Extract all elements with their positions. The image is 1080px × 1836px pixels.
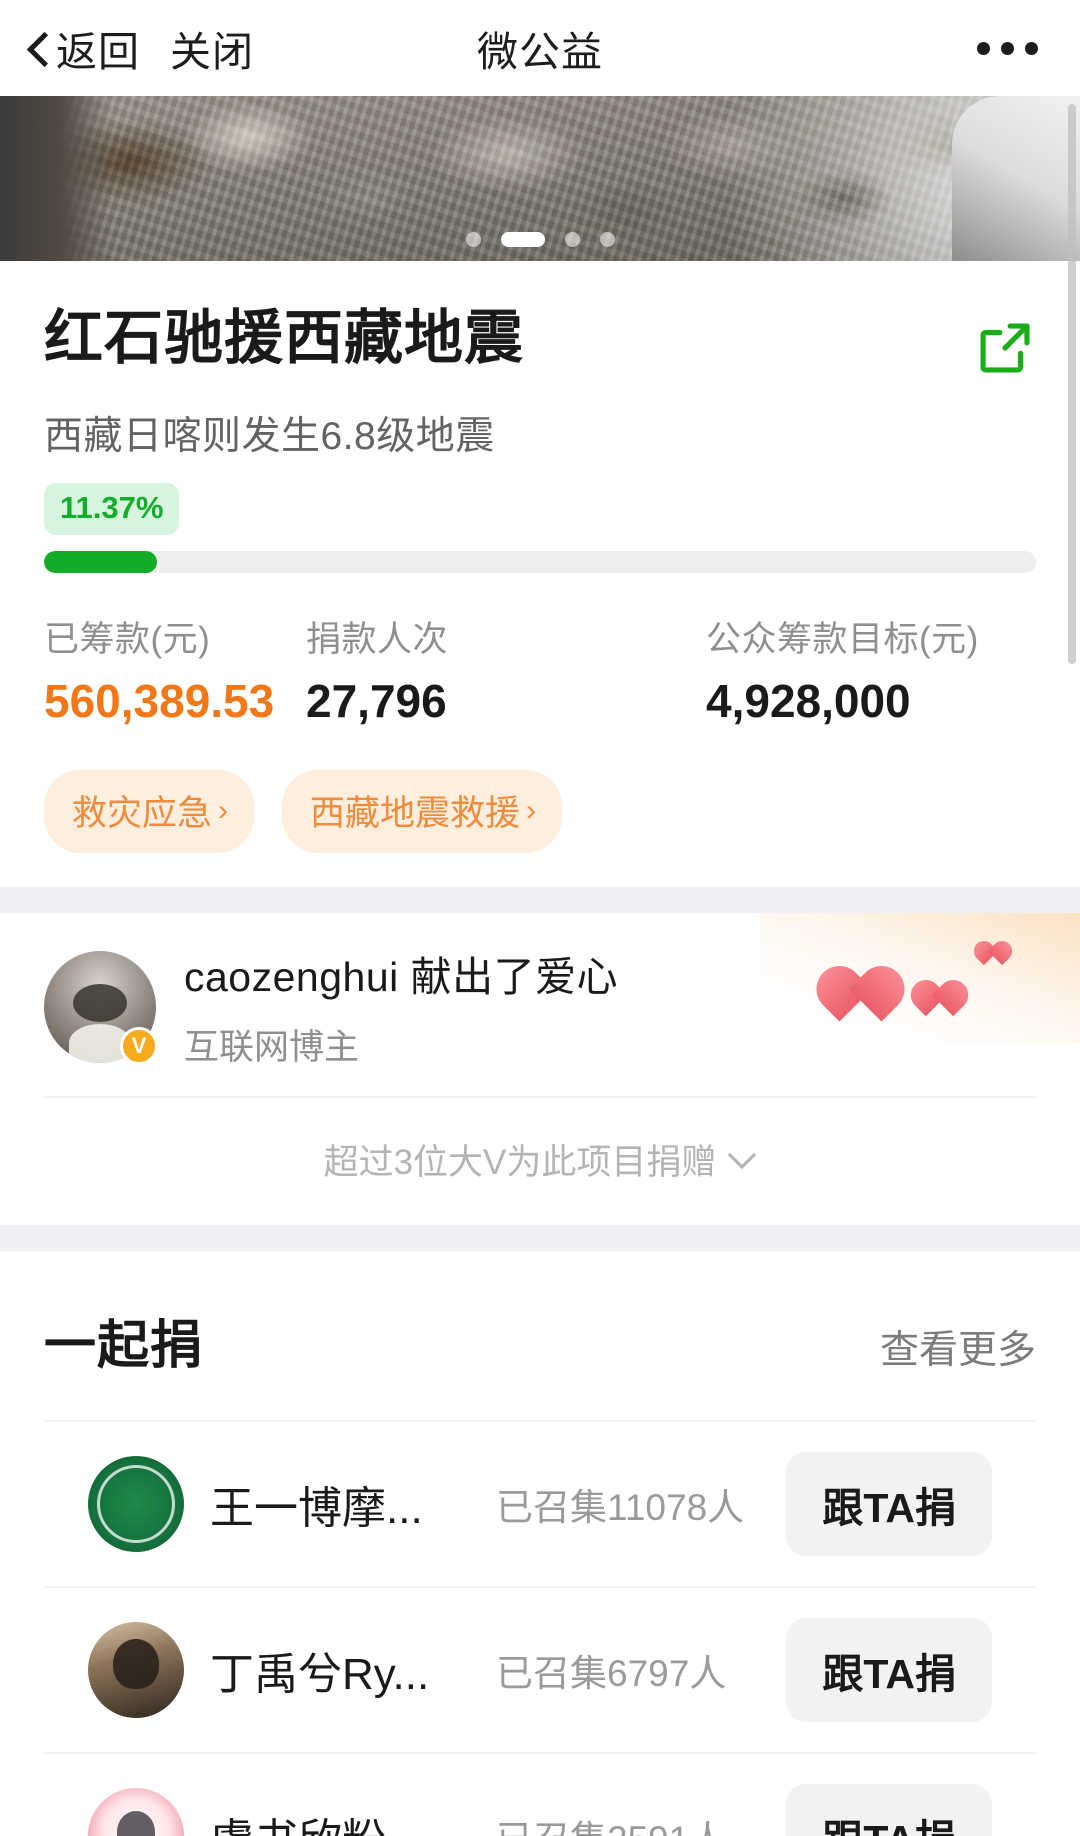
close-button[interactable]: 关闭: [170, 18, 254, 78]
team-name: 虞书欣粉...: [210, 1804, 496, 1836]
vertical-scrollbar[interactable]: [1068, 104, 1076, 664]
stat-raised-value: 560,389.53: [44, 675, 275, 727]
donor-text: caozenghui 献出了爱心 互联网博主: [184, 943, 618, 1070]
verified-badge-icon: V: [120, 1026, 158, 1065]
team-count: 已召集6797人: [496, 1653, 727, 1694]
follow-donate-button[interactable]: 跟TA捐: [786, 1618, 992, 1722]
dot: [1025, 41, 1038, 55]
project-tags: 救灾应急 › 西藏地震救援 ›: [44, 770, 1036, 853]
share-external-icon[interactable]: [974, 317, 1036, 379]
together-donate-card: 一起捐 查看更多 王一博摩... 已召集11078人 跟TA捐 丁禹兮Ry...…: [0, 1251, 1080, 1836]
progress-bar-fill: [44, 551, 157, 573]
project-subtitle: 西藏日喀则发生6.8级地震: [44, 415, 495, 458]
avatar[interactable]: V: [44, 950, 158, 1065]
stat-goal-value: 4,928,000: [706, 675, 911, 727]
carousel-dot-2-active[interactable]: [500, 232, 545, 247]
list-item[interactable]: 丁禹兮Ry... 已召集6797人 跟TA捐: [44, 1586, 1036, 1752]
together-header: 一起捐 查看更多: [0, 1251, 1080, 1420]
tag-label: 救灾应急: [72, 794, 213, 833]
list-item[interactable]: 王一博摩... 已召集11078人 跟TA捐: [44, 1420, 1036, 1586]
navigation-bar: 返回 关闭 微公益: [0, 0, 1080, 96]
donor-expand-label: 超过3位大V为此项目捐赠: [323, 1143, 717, 1182]
dot: [977, 41, 990, 55]
chevron-left-icon: [28, 29, 50, 67]
section-divider: [0, 887, 1080, 913]
banner-carousel[interactable]: [0, 96, 1080, 261]
stat-goal: 公众筹款目标(元) 4,928,000: [706, 611, 1036, 728]
donor-meta: 互联网博主: [184, 1028, 360, 1067]
carousel-dot-4[interactable]: [599, 232, 615, 247]
project-card: 红石驰援西藏地震 西藏日喀则发生6.8级地震 11.37% 已筹款(元) 560…: [0, 261, 1080, 887]
tag-disaster-emergency[interactable]: 救灾应急 ›: [44, 770, 255, 853]
stat-raised-label: 已筹款(元): [44, 620, 211, 659]
team-avatar[interactable]: [88, 1456, 184, 1552]
project-title: 红石驰援西藏地震: [44, 305, 525, 371]
tag-tibet-quake-relief[interactable]: 西藏地震救援 ›: [282, 770, 563, 853]
view-more-link[interactable]: 查看更多: [880, 1319, 1036, 1375]
donor-name: caozenghui 献出了爱心: [184, 954, 619, 1000]
fundraising-stats: 已筹款(元) 560,389.53 捐款人次 27,796 公众筹款目标(元) …: [44, 611, 1036, 728]
back-button[interactable]: 返回: [28, 18, 140, 78]
stat-raised: 已筹款(元) 560,389.53: [44, 611, 306, 728]
chevron-right-icon: ›: [218, 793, 229, 827]
stat-donations-label: 捐款人次: [306, 620, 449, 659]
team-name: 丁禹兮Ry...: [210, 1650, 430, 1699]
page-root: 返回 关闭 微公益 红石驰援西藏地震 西藏日喀则发生6.8级地震 11.37% …: [0, 0, 1080, 1836]
chevron-down-icon: [730, 1147, 756, 1173]
team-count: 已召集11078人: [496, 1487, 745, 1528]
team-name: 王一博摩...: [210, 1484, 423, 1533]
progress-percent-badge: 11.37%: [44, 483, 180, 535]
section-divider: [0, 1225, 1080, 1251]
carousel-dot-3[interactable]: [564, 232, 580, 247]
team-count: 已召集2591人: [496, 1809, 786, 1836]
more-dots-icon[interactable]: [977, 41, 1052, 55]
dot: [1001, 41, 1014, 55]
follow-donate-button[interactable]: 跟TA捐: [786, 1452, 992, 1556]
progress-bar-track: [44, 551, 1036, 573]
follow-donate-button[interactable]: 跟TA捐: [786, 1784, 992, 1836]
stat-goal-label: 公众筹款目标(元): [706, 620, 979, 659]
list-item[interactable]: 虞书欣粉... 已召集2591人 跟TA捐: [44, 1752, 1036, 1836]
tag-label: 西藏地震救援: [310, 794, 521, 833]
team-avatar[interactable]: [88, 1622, 184, 1718]
project-title-row: 红石驰援西藏地震: [44, 305, 1036, 379]
stat-donations-value: 27,796: [306, 675, 447, 727]
donor-expand-button[interactable]: 超过3位大V为此项目捐赠: [44, 1096, 1036, 1225]
chevron-right-icon: ›: [526, 793, 537, 827]
stat-donations: 捐款人次 27,796: [306, 611, 706, 728]
big-v-donor-card: V caozenghui 献出了爱心 互联网博主 超过3位大V为此项目捐赠: [0, 913, 1080, 1225]
team-avatar[interactable]: [88, 1788, 184, 1836]
together-title: 一起捐: [44, 1317, 204, 1375]
donor-row[interactable]: V caozenghui 献出了爱心 互联网博主: [0, 913, 1080, 1096]
carousel-indicator: [0, 232, 1080, 247]
nav-left-group: 返回 关闭: [28, 18, 254, 78]
back-label: 返回: [56, 29, 140, 75]
project-body: 红石驰援西藏地震 西藏日喀则发生6.8级地震 11.37% 已筹款(元) 560…: [0, 261, 1080, 887]
carousel-dot-1[interactable]: [465, 232, 481, 247]
